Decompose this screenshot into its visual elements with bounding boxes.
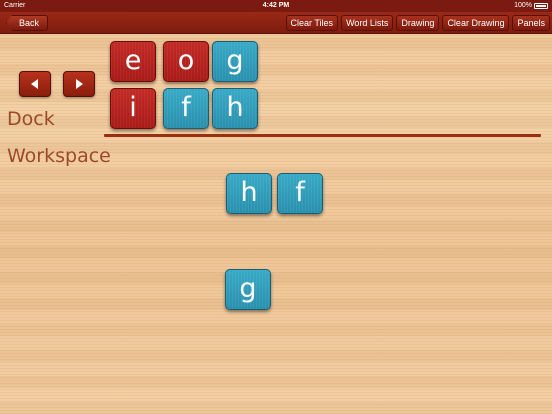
workspace-tile[interactable]: g xyxy=(225,269,271,310)
previous-button[interactable] xyxy=(19,71,51,97)
drawing-button[interactable]: Drawing xyxy=(396,15,440,31)
dock-tile[interactable]: e xyxy=(110,41,156,82)
right-arrow-icon xyxy=(76,79,83,89)
dock-divider xyxy=(104,134,541,137)
next-button[interactable] xyxy=(63,71,95,97)
dock-tile[interactable]: f xyxy=(163,88,209,129)
word-lists-button[interactable]: Word Lists xyxy=(341,15,394,31)
dock-tile[interactable]: i xyxy=(110,88,156,129)
workspace-label: Workspace xyxy=(7,145,111,167)
clock: 4:42 PM xyxy=(262,2,290,9)
left-arrow-icon xyxy=(31,79,38,89)
workspace-tile[interactable]: f xyxy=(277,173,323,214)
toolbar-buttons: Clear Tiles Word Lists Drawing Clear Dra… xyxy=(285,15,550,31)
battery-indicator: 100% xyxy=(514,0,548,12)
toolbar: Back Clear Tiles Word Lists Drawing Clea… xyxy=(0,12,552,34)
clear-tiles-button[interactable]: Clear Tiles xyxy=(285,15,339,31)
workspace-tile[interactable]: h xyxy=(226,173,272,214)
back-button[interactable]: Back xyxy=(6,15,49,31)
dock-tile[interactable]: h xyxy=(212,88,258,129)
dock-tile[interactable]: o xyxy=(163,41,209,82)
status-bar: Carrier 4:42 PM 100% xyxy=(0,0,552,12)
battery-icon xyxy=(534,3,548,9)
battery-percent: 100% xyxy=(514,2,532,9)
dock-label: Dock xyxy=(7,108,55,130)
dock-tile[interactable]: g xyxy=(212,41,258,82)
clear-drawing-button[interactable]: Clear Drawing xyxy=(442,15,510,31)
panels-button[interactable]: Panels xyxy=(512,15,550,31)
